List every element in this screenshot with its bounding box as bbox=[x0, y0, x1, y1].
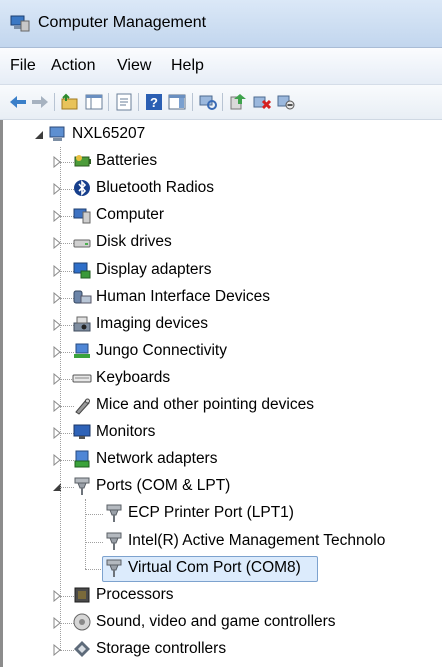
hid-icon bbox=[73, 290, 92, 304]
tree-item-sound-video-and-game-controllers[interactable]: Sound, video and game controllers bbox=[96, 613, 336, 631]
computer-root-icon bbox=[49, 126, 65, 141]
collapse-arrow-icon[interactable] bbox=[34, 129, 44, 141]
toolbar-separator bbox=[222, 93, 223, 111]
tree-item-keyboards[interactable]: Keyboards bbox=[96, 369, 170, 387]
tree-item-virtual-com-port-com8[interactable]: Virtual Com Port (COM8) bbox=[128, 559, 301, 577]
tree-item-display-adapters[interactable]: Display adapters bbox=[96, 261, 211, 279]
window-title: Computer Management bbox=[38, 14, 207, 31]
keyboard-icon bbox=[72, 374, 92, 383]
mouse-icon bbox=[75, 398, 90, 415]
help-icon[interactable]: ? bbox=[144, 92, 164, 112]
tree-item-disk-drives[interactable]: Disk drives bbox=[96, 233, 172, 251]
tree-item-computer[interactable]: Computer bbox=[96, 206, 164, 224]
toolbar: ? bbox=[0, 85, 442, 120]
show-hide-console-tree-icon[interactable] bbox=[84, 92, 104, 112]
battery-icon bbox=[74, 155, 91, 167]
computer-icon bbox=[73, 208, 91, 224]
tree-connector-line bbox=[85, 541, 103, 543]
toolbar-separator bbox=[138, 93, 139, 111]
show-hide-action-pane-icon[interactable] bbox=[167, 92, 187, 112]
menu-help[interactable]: Help bbox=[171, 57, 204, 75]
port-icon bbox=[106, 559, 122, 577]
tree-connector-line bbox=[85, 514, 103, 516]
update-driver-icon[interactable] bbox=[228, 92, 248, 112]
tree-item-monitors[interactable]: Monitors bbox=[96, 423, 155, 441]
back-arrow-icon[interactable] bbox=[8, 92, 28, 112]
tree-item-jungo-connectivity[interactable]: Jungo Connectivity bbox=[96, 342, 227, 360]
toolbar-separator bbox=[192, 93, 193, 111]
port-icon bbox=[106, 504, 122, 523]
tree-root-computer[interactable]: NXL65207 bbox=[72, 125, 145, 143]
svg-text:?: ? bbox=[150, 95, 158, 110]
display-adapter-icon bbox=[73, 262, 91, 278]
tree-item-network-adapters[interactable]: Network adapters bbox=[96, 450, 217, 468]
imaging-device-icon bbox=[73, 316, 91, 332]
tree-item-imaging-devices[interactable]: Imaging devices bbox=[96, 315, 208, 333]
tree-item-batteries[interactable]: Batteries bbox=[96, 152, 157, 170]
tree-item-storage-controllers[interactable]: Storage controllers bbox=[96, 640, 226, 658]
tree-connector-line bbox=[85, 568, 103, 570]
storage-controller-icon bbox=[74, 640, 90, 657]
menu-view[interactable]: View bbox=[117, 57, 151, 75]
monitor-icon bbox=[73, 424, 91, 440]
processor-icon bbox=[74, 587, 90, 603]
computer-management-icon bbox=[10, 15, 30, 32]
tree-item-ports-com-lpt[interactable]: Ports (COM & LPT) bbox=[96, 477, 230, 495]
toolbar-separator bbox=[108, 93, 109, 111]
tree-item-mice-and-other-pointing-devices[interactable]: Mice and other pointing devices bbox=[96, 396, 314, 414]
tree-item-bluetooth-radios[interactable]: Bluetooth Radios bbox=[96, 179, 214, 197]
disable-device-icon[interactable] bbox=[276, 92, 296, 112]
disk-drive-icon bbox=[73, 239, 91, 248]
tree-item-intel-r-active-management-technolo[interactable]: Intel(R) Active Management Technolo bbox=[128, 532, 385, 550]
forward-arrow-icon[interactable] bbox=[30, 92, 50, 112]
folder-up-icon[interactable] bbox=[60, 92, 80, 112]
tree-connector-line bbox=[60, 147, 61, 650]
tree-item-ecp-printer-port-lpt1[interactable]: ECP Printer Port (LPT1) bbox=[128, 504, 294, 522]
port-icon bbox=[74, 477, 90, 496]
sound-icon bbox=[73, 613, 91, 631]
tree-item-human-interface-devices[interactable]: Human Interface Devices bbox=[96, 288, 270, 306]
uninstall-device-icon[interactable] bbox=[252, 92, 272, 112]
scan-hardware-icon[interactable] bbox=[198, 92, 218, 112]
menu-bar: File Action View Help bbox=[0, 48, 442, 85]
title-bar: Computer Management bbox=[0, 0, 442, 48]
tree-connector-line bbox=[85, 499, 86, 569]
toolbar-separator bbox=[54, 93, 55, 111]
bluetooth-icon bbox=[74, 180, 90, 197]
tree-item-processors[interactable]: Processors bbox=[96, 586, 174, 604]
menu-file[interactable]: File bbox=[10, 57, 36, 75]
menu-action[interactable]: Action bbox=[51, 57, 95, 75]
port-icon bbox=[106, 532, 122, 550]
network-device-icon bbox=[74, 343, 90, 358]
device-tree bbox=[0, 120, 442, 667]
network-adapter-icon bbox=[74, 450, 90, 468]
properties-icon[interactable] bbox=[114, 92, 134, 112]
